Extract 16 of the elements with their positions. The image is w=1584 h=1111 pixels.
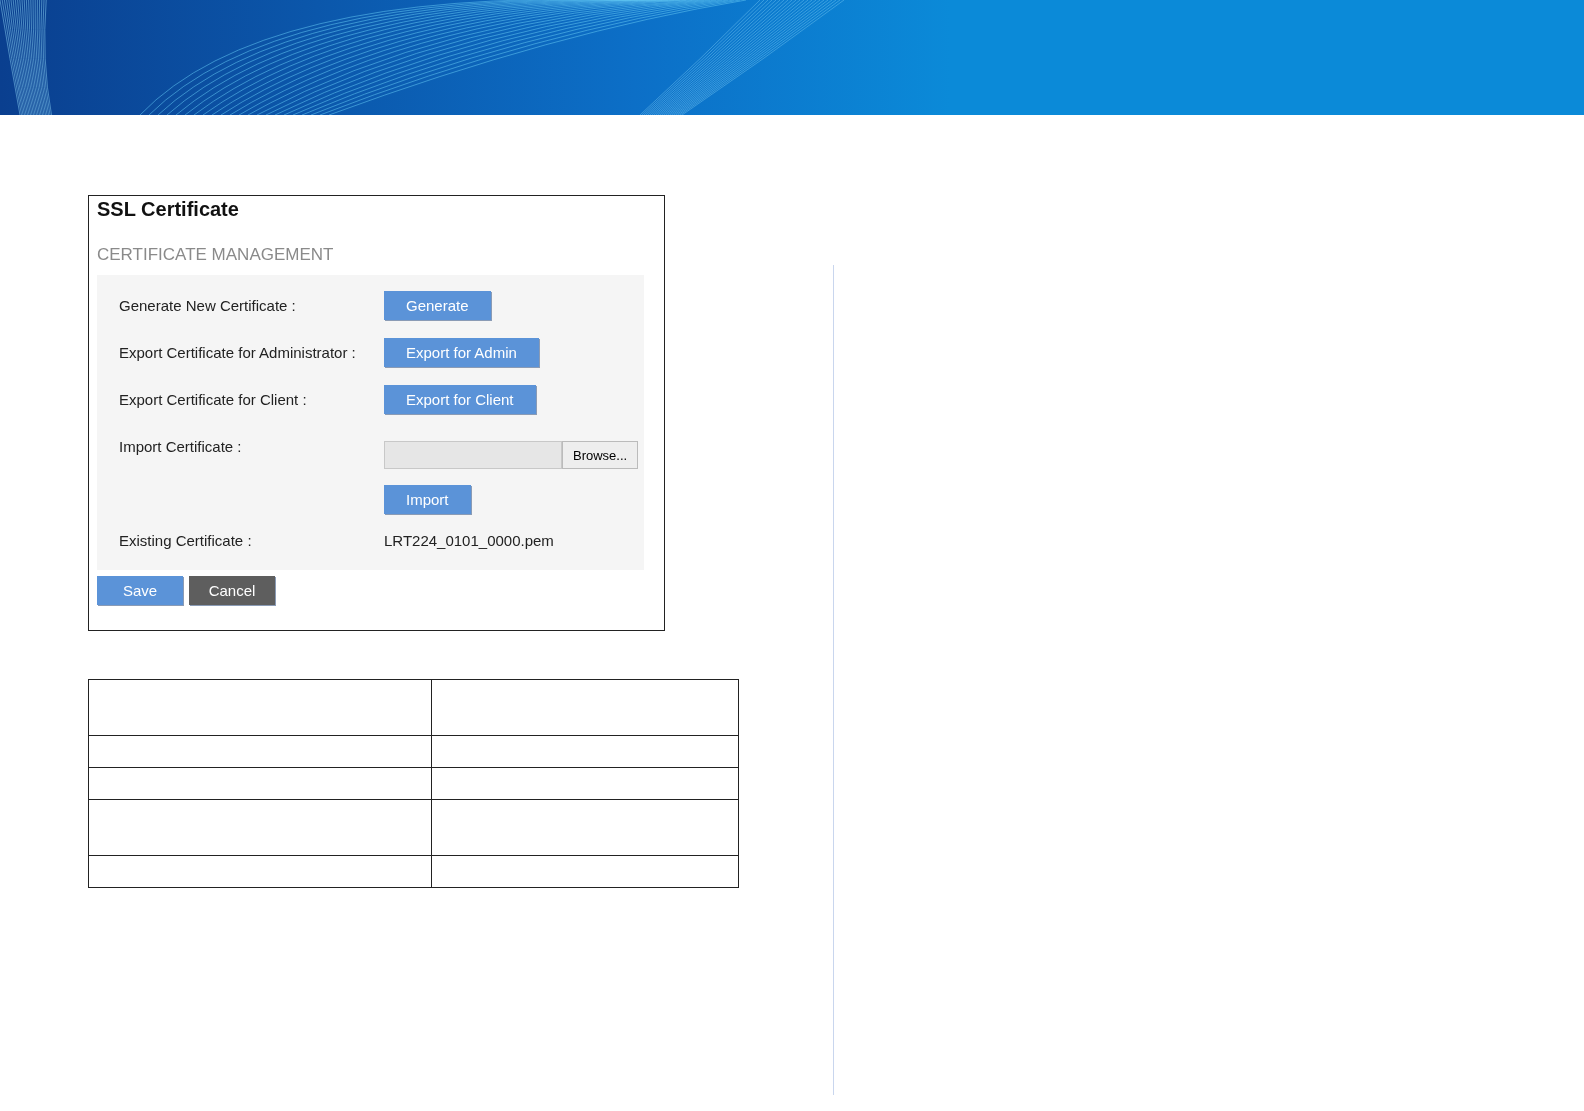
field-label: Import Certificate : <box>119 437 243 455</box>
field-label: Export Certificate for Administrator : <box>119 343 357 361</box>
browse-button[interactable]: Browse... <box>562 441 639 469</box>
cancel-button[interactable]: Cancel <box>189 576 275 605</box>
field-label: Export Certificate for Client : <box>119 390 308 408</box>
field-label: Existing Certificate : <box>119 532 253 549</box>
field-label: Generate New Certificate : <box>119 296 297 314</box>
section-heading: CERTIFICATE MANAGEMENT <box>97 245 335 265</box>
import-button[interactable]: Import <box>384 485 471 514</box>
action-button[interactable]: Export for Admin <box>384 338 539 367</box>
certificate-filename: LRT224_0101_0000.pem <box>384 532 554 549</box>
action-button[interactable]: Export for Client <box>384 385 536 414</box>
page-title: SSL Certificate <box>97 198 240 221</box>
file-path-field[interactable] <box>384 441 562 469</box>
action-button[interactable]: Generate <box>384 291 491 320</box>
save-button[interactable]: Save <box>97 576 183 605</box>
